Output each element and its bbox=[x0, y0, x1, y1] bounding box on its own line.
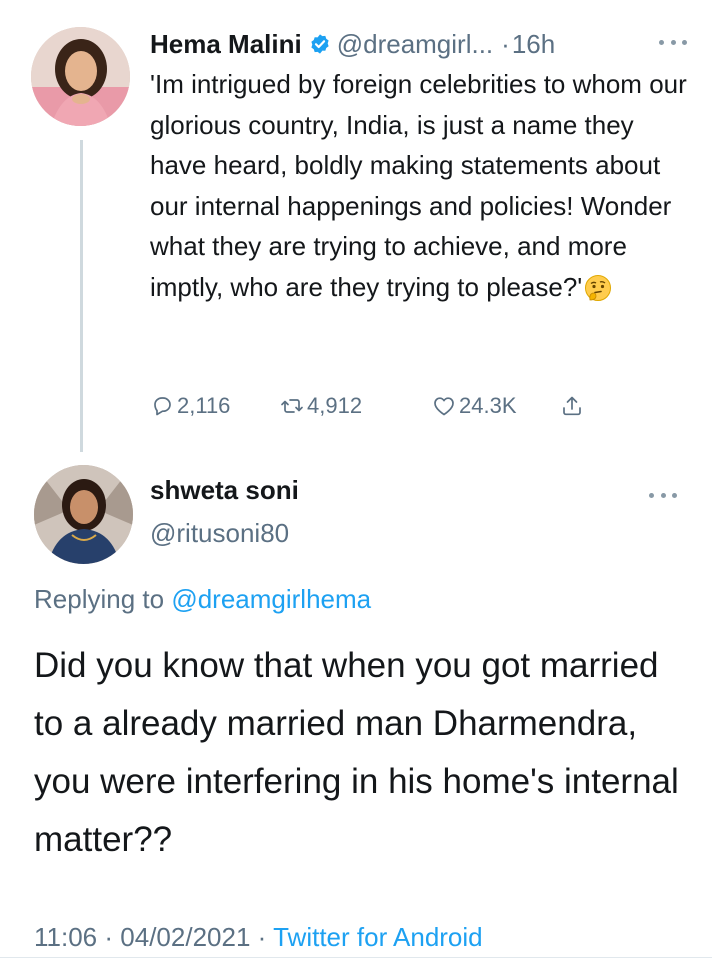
tweet2-time[interactable]: 11:06 bbox=[34, 922, 97, 952]
avatar-photo bbox=[31, 27, 130, 126]
tweet2-source[interactable]: Twitter for Android bbox=[273, 922, 483, 952]
avatar-hema-malini[interactable] bbox=[31, 27, 130, 126]
verified-badge-icon bbox=[311, 34, 329, 54]
tweet1-header: Hema Malini @dreamgirl... · 16h bbox=[150, 26, 695, 62]
reply-count: 2,116 bbox=[177, 393, 231, 418]
heart-icon bbox=[434, 397, 454, 416]
tweet1-action-bar: 2,116 4,912 24.3K bbox=[150, 388, 620, 424]
tweet2-more-options-icon[interactable] bbox=[645, 485, 681, 505]
avatar-photo bbox=[34, 465, 133, 564]
tweet2-date[interactable]: 04/02/2021 bbox=[120, 922, 250, 952]
divider bbox=[0, 957, 712, 958]
replying-to-line: Replying to @dreamgirlhema bbox=[34, 584, 371, 615]
avatar-shweta-soni[interactable] bbox=[34, 465, 133, 564]
replying-to-prefix: Replying to bbox=[34, 584, 165, 614]
tweet2-meta: 11:06 · 04/02/2021 · Twitter for Android bbox=[34, 922, 483, 953]
tweet2-text: Did you know that when you got married t… bbox=[34, 646, 679, 859]
tweet1-more-options-icon[interactable] bbox=[655, 32, 691, 52]
reply-button[interactable]: 2,116 bbox=[150, 393, 280, 419]
tweet1-handle[interactable]: @dreamgirl... bbox=[337, 29, 493, 60]
thinking-face-icon bbox=[585, 274, 612, 301]
meta-separator: · bbox=[257, 922, 267, 952]
replying-to-link[interactable]: @dreamgirlhema bbox=[171, 584, 371, 614]
share-icon bbox=[563, 396, 581, 416]
tweet2-author-name[interactable]: shweta soni bbox=[150, 475, 299, 506]
retweet-count: 4,912 bbox=[307, 393, 363, 418]
like-count: 24.3K bbox=[459, 393, 517, 418]
reply-icon bbox=[154, 397, 171, 416]
retweet-icon bbox=[281, 399, 303, 413]
tweet1-text-body: 'Im intrigued by foreign celebrities to … bbox=[150, 69, 687, 302]
tweet1-author-name[interactable]: Hema Malini bbox=[150, 29, 302, 60]
tweet2-handle[interactable]: @ritusoni80 bbox=[150, 518, 289, 549]
tweet1-time[interactable]: 16h bbox=[512, 29, 555, 60]
retweet-button[interactable]: 4,912 bbox=[280, 393, 432, 419]
tweet1-text: 'Im intrigued by foreign celebrities to … bbox=[150, 64, 690, 307]
thread-line bbox=[80, 140, 83, 452]
share-button[interactable] bbox=[560, 394, 587, 418]
like-button[interactable]: 24.3K bbox=[432, 393, 560, 419]
tweet1-separator: · bbox=[501, 28, 510, 59]
meta-separator: · bbox=[104, 922, 114, 952]
